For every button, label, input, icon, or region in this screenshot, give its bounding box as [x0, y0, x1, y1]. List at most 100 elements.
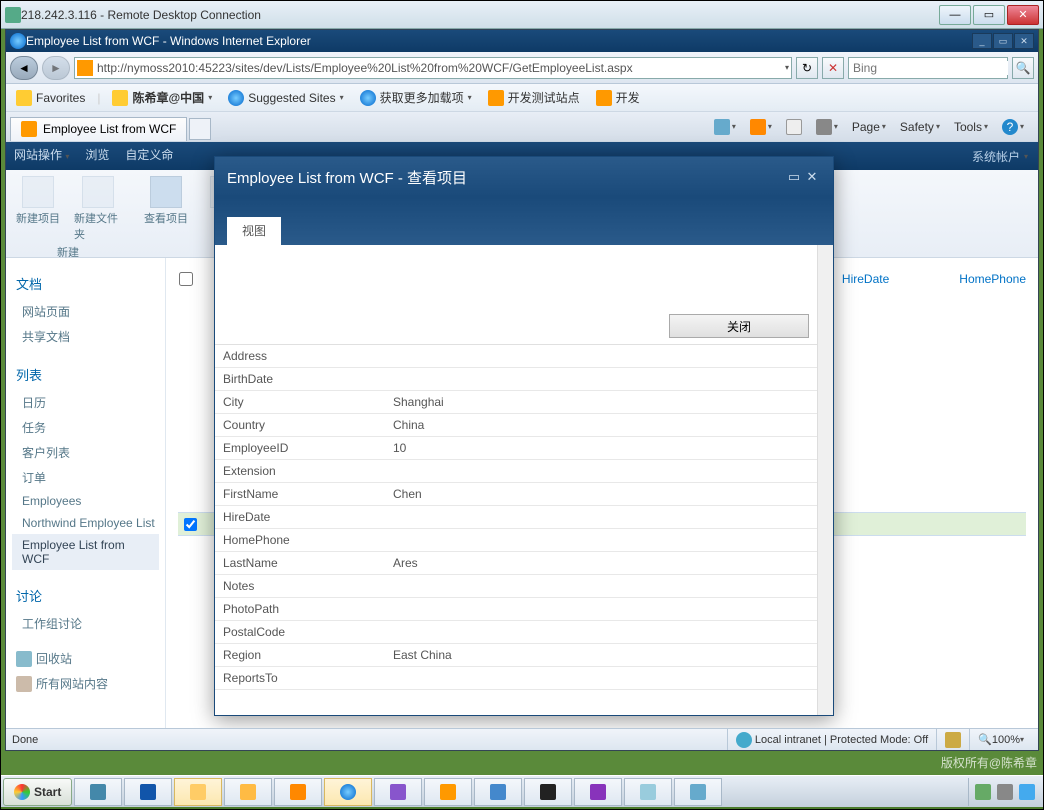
safety-menu[interactable]: Safety▾: [896, 118, 944, 136]
taskbar-item[interactable]: [474, 778, 522, 806]
close-button[interactable]: ✕: [1007, 5, 1039, 25]
back-button[interactable]: ◄: [10, 56, 38, 80]
minimize-button[interactable]: —: [939, 5, 971, 25]
new-item-button[interactable]: 新建项目: [14, 176, 62, 242]
nav-disc-head[interactable]: 讨论: [16, 586, 155, 605]
search-input[interactable]: [853, 61, 1008, 75]
taskbar-item[interactable]: [224, 778, 272, 806]
account-menu[interactable]: 系统帐户▾: [972, 148, 1028, 165]
tray-icon[interactable]: [975, 784, 991, 800]
nav-item[interactable]: Employees: [12, 490, 159, 512]
dialog-scrollbar[interactable]: [817, 245, 833, 715]
site-actions[interactable]: 网站操作 ▾: [14, 146, 69, 163]
watermark: 版权所有@陈希章: [941, 754, 1037, 771]
taskbar-item[interactable]: [424, 778, 472, 806]
nav-item[interactable]: 日历: [12, 390, 159, 415]
mail-button[interactable]: [782, 117, 806, 137]
taskbar-cmd[interactable]: [524, 778, 572, 806]
search-box[interactable]: [848, 57, 1008, 79]
field-label: Extension: [223, 464, 393, 478]
page-menu[interactable]: Page▾: [848, 118, 890, 136]
taskbar-item[interactable]: [574, 778, 622, 806]
ribbon-custom[interactable]: 自定义命: [125, 146, 173, 163]
taskbar-item[interactable]: [624, 778, 672, 806]
system-tray[interactable]: [968, 778, 1041, 806]
search-button[interactable]: 🔍: [1012, 57, 1034, 79]
col-hiredate[interactable]: HireDate: [842, 272, 889, 286]
recycle-bin[interactable]: 回收站: [12, 646, 159, 671]
ie-restore-button[interactable]: ▭: [993, 33, 1013, 49]
form-field-row: CountryChina: [215, 414, 817, 437]
status-zone[interactable]: Local intranet | Protected Mode: Off: [727, 729, 936, 750]
nav-item[interactable]: 工作组讨论: [12, 611, 159, 636]
favorites-button[interactable]: Favorites: [12, 88, 89, 108]
nav-item[interactable]: 任务: [12, 415, 159, 440]
nav-item[interactable]: Northwind Employee List: [12, 512, 159, 534]
tools-menu[interactable]: Tools▾: [950, 118, 992, 136]
browser-tab[interactable]: Employee List from WCF: [10, 117, 187, 141]
form-field-row: HomePhone: [215, 529, 817, 552]
forward-button[interactable]: ►: [42, 56, 70, 80]
maximize-button[interactable]: ▭: [973, 5, 1005, 25]
rdp-titlebar[interactable]: 218.242.3.116 - Remote Desktop Connectio…: [1, 1, 1043, 29]
taskbar-item[interactable]: [674, 778, 722, 806]
help-button[interactable]: ?▾: [998, 117, 1028, 137]
all-site-content[interactable]: 所有网站内容: [12, 671, 159, 696]
taskbar-vs[interactable]: [374, 778, 422, 806]
tab-icon: [21, 121, 37, 137]
taskbar-item[interactable]: [74, 778, 122, 806]
tray-icon[interactable]: [997, 784, 1013, 800]
taskbar-ie[interactable]: [324, 778, 372, 806]
nav-docs-head[interactable]: 文档: [16, 274, 155, 293]
nav-item[interactable]: 客户列表: [12, 440, 159, 465]
nav-lists-head[interactable]: 列表: [16, 365, 155, 384]
ie-titlebar[interactable]: Employee List from WCF - Windows Interne…: [6, 30, 1038, 52]
feeds-button[interactable]: ▾: [746, 117, 776, 137]
stop-button[interactable]: ✕: [822, 57, 844, 79]
refresh-button[interactable]: ↻: [796, 57, 818, 79]
fav-link-0[interactable]: 陈希章@中国▾: [108, 87, 216, 108]
nav-item[interactable]: 网站页面: [12, 299, 159, 324]
start-button[interactable]: Start: [3, 778, 72, 806]
new-tab-button[interactable]: [189, 118, 211, 140]
home-button[interactable]: ▾: [710, 117, 740, 137]
form-field-row: EmployeeID10: [215, 437, 817, 460]
dialog-close-form-button[interactable]: 关闭: [669, 314, 809, 338]
site-icon: [488, 90, 504, 106]
col-homephone[interactable]: HomePhone: [959, 272, 1026, 286]
tray-icon[interactable]: [1019, 784, 1035, 800]
address-dropdown[interactable]: ▾: [785, 63, 789, 72]
fav-link-2[interactable]: 获取更多加载项▾: [356, 87, 476, 108]
vs-icon: [390, 784, 406, 800]
fav-link-3[interactable]: 开发测试站点: [484, 87, 584, 108]
row-checkbox[interactable]: [184, 518, 197, 531]
nav-item[interactable]: 共享文档: [12, 324, 159, 349]
field-label: City: [223, 395, 393, 409]
print-button[interactable]: ▾: [812, 117, 842, 137]
nav-item-current[interactable]: Employee List from WCF: [12, 534, 159, 570]
taskbar-item[interactable]: [174, 778, 222, 806]
print-icon: [816, 119, 832, 135]
taskbar-item[interactable]: [274, 778, 322, 806]
zoom-control[interactable]: 🔍 100% ▾: [969, 729, 1032, 750]
ribbon-browse[interactable]: 浏览: [85, 146, 109, 163]
new-folder-button[interactable]: 新建文件夹: [74, 176, 122, 242]
ie-close-button[interactable]: ✕: [1014, 33, 1034, 49]
status-protected[interactable]: [936, 729, 969, 750]
dialog-maximize-button[interactable]: ▭: [785, 169, 803, 185]
fav-link-4[interactable]: 开发: [592, 87, 644, 108]
site-icon: [596, 90, 612, 106]
taskbar-item[interactable]: [124, 778, 172, 806]
ie-minimize-button[interactable]: _: [972, 33, 992, 49]
view-item-button[interactable]: 查看项目: [142, 176, 190, 226]
select-all-checkbox[interactable]: [178, 272, 194, 286]
form-field-row: HireDate: [215, 506, 817, 529]
home-icon: [714, 119, 730, 135]
address-bar[interactable]: ▾: [74, 57, 792, 79]
nav-item[interactable]: 订单: [12, 465, 159, 490]
address-input[interactable]: [97, 61, 785, 75]
dialog-close-button[interactable]: ✕: [803, 169, 821, 185]
fav-link-1[interactable]: Suggested Sites▾: [224, 88, 347, 108]
dialog-tab-view[interactable]: 视图: [227, 217, 281, 245]
dialog-titlebar[interactable]: Employee List from WCF - 查看项目 ▭ ✕: [215, 157, 833, 197]
